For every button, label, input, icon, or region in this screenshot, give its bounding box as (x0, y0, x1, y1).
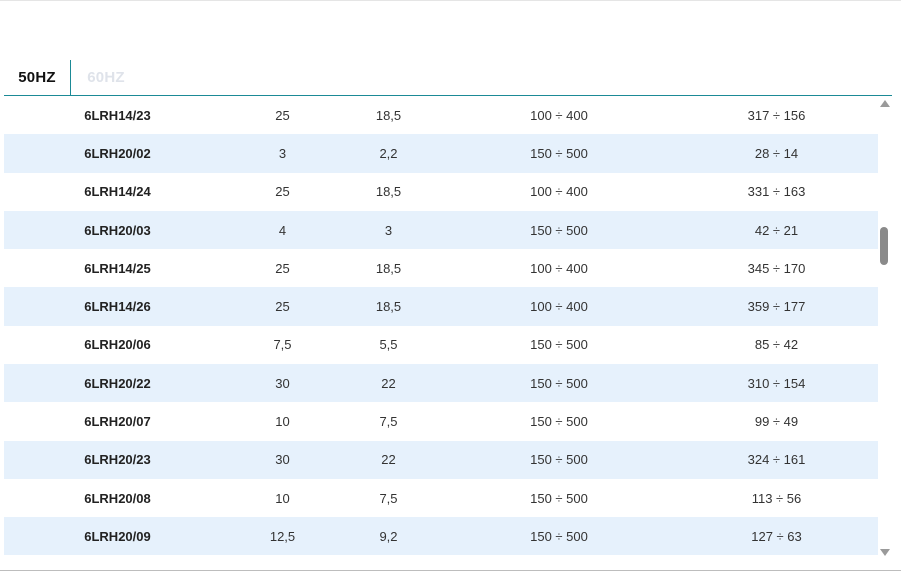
table-row: 6LRH20/07 10 7,5 150 ÷ 500 99 ÷ 49 (4, 402, 878, 441)
cell-range-a: 150 ÷ 500 (443, 210, 675, 250)
cell-model: 6LRH14/25 (4, 249, 231, 288)
cell-hp: 5,5 (334, 325, 443, 365)
table-row: 6LRH20/03 4 3 150 ÷ 500 42 ÷ 21 (4, 210, 878, 250)
cell-kw: 30 (231, 440, 334, 479)
cell-range-a: 150 ÷ 500 (443, 478, 675, 518)
table-row: 6LRH14/23 25 18,5 100 ÷ 400 317 ÷ 156 (4, 96, 878, 135)
pump-data-table: 6LRH14/23 25 18,5 100 ÷ 400 317 ÷ 156 6LRH20/… (4, 96, 878, 555)
cell-hp: 2,2 (334, 134, 443, 173)
cell-range-a: 100 ÷ 400 (443, 249, 675, 288)
cell-model: 6LRH14/23 (4, 96, 231, 135)
cell-hp: 18,5 (334, 287, 443, 326)
cell-hp: 18,5 (334, 96, 443, 135)
table-row: 6LRH20/02 3 2,2 150 ÷ 500 28 ÷ 14 (4, 134, 878, 173)
cell-model: 6LRH20/08 (4, 478, 231, 518)
cell-model: 6LRH20/09 (4, 517, 231, 555)
cell-range-b: 317 ÷ 156 (675, 96, 878, 135)
cell-kw: 10 (231, 402, 334, 441)
table-row: 6LRH20/23 30 22 150 ÷ 500 324 ÷ 161 (4, 440, 878, 479)
cell-hp: 3 (334, 210, 443, 250)
scroll-up-arrow-icon[interactable] (880, 100, 890, 107)
vertical-scrollbar[interactable] (878, 96, 892, 558)
table-row: 6LRH14/24 25 18,5 100 ÷ 400 331 ÷ 163 (4, 172, 878, 211)
cell-hp: 22 (334, 364, 443, 403)
cell-model: 6LRH20/03 (4, 210, 231, 250)
cell-range-b: 345 ÷ 170 (675, 249, 878, 288)
cell-hp: 22 (334, 440, 443, 479)
cell-model: 6LRH20/23 (4, 440, 231, 479)
table-row: 6LRH14/26 25 18,5 100 ÷ 400 359 ÷ 177 (4, 287, 878, 326)
table-row: 6LRH14/25 25 18,5 100 ÷ 400 345 ÷ 170 (4, 249, 878, 288)
cell-hp: 9,2 (334, 517, 443, 555)
cell-range-b: 99 ÷ 49 (675, 402, 878, 441)
table-body: 6LRH14/23 25 18,5 100 ÷ 400 317 ÷ 156 6LRH20/… (4, 96, 878, 555)
cell-range-a: 100 ÷ 400 (443, 172, 675, 211)
cell-model: 6LRH20/02 (4, 134, 231, 173)
cell-model: 6LRH14/24 (4, 172, 231, 211)
cell-kw: 12,5 (231, 517, 334, 555)
scrollbar-thumb[interactable] (880, 227, 888, 265)
cell-kw: 4 (231, 210, 334, 250)
cell-range-b: 113 ÷ 56 (675, 478, 878, 518)
cell-kw: 25 (231, 249, 334, 288)
cell-range-b: 324 ÷ 161 (675, 440, 878, 479)
cell-model: 6LRH20/06 (4, 325, 231, 365)
cell-model: 6LRH14/26 (4, 287, 231, 326)
cell-range-a: 150 ÷ 500 (443, 325, 675, 365)
cell-kw: 7,5 (231, 325, 334, 365)
scroll-down-arrow-icon[interactable] (880, 549, 890, 556)
cell-model: 6LRH20/07 (4, 402, 231, 441)
cell-kw: 25 (231, 96, 334, 135)
cell-range-a: 150 ÷ 500 (443, 364, 675, 403)
table-row: 6LRH20/09 12,5 9,2 150 ÷ 500 127 ÷ 63 (4, 517, 878, 555)
cell-kw: 25 (231, 287, 334, 326)
cell-range-a: 100 ÷ 400 (443, 96, 675, 135)
frequency-tabs: 50HZ 60HZ (4, 60, 892, 96)
cell-kw: 10 (231, 478, 334, 518)
top-divider (0, 0, 901, 1)
cell-range-a: 150 ÷ 500 (443, 517, 675, 555)
table-row: 6LRH20/06 7,5 5,5 150 ÷ 500 85 ÷ 42 (4, 325, 878, 365)
cell-range-a: 100 ÷ 400 (443, 287, 675, 326)
cell-range-b: 85 ÷ 42 (675, 325, 878, 365)
cell-hp: 18,5 (334, 172, 443, 211)
cell-range-b: 359 ÷ 177 (675, 287, 878, 326)
table-row: 6LRH20/22 30 22 150 ÷ 500 310 ÷ 154 (4, 364, 878, 403)
cell-range-a: 150 ÷ 500 (443, 134, 675, 173)
cell-hp: 7,5 (334, 402, 443, 441)
cell-hp: 7,5 (334, 478, 443, 518)
cell-range-b: 310 ÷ 154 (675, 364, 878, 403)
table-row: 6LRH20/08 10 7,5 150 ÷ 500 113 ÷ 56 (4, 478, 878, 518)
cell-range-a: 150 ÷ 500 (443, 440, 675, 479)
cell-kw: 25 (231, 172, 334, 211)
cell-range-b: 331 ÷ 163 (675, 172, 878, 211)
cell-kw: 30 (231, 364, 334, 403)
cell-range-b: 28 ÷ 14 (675, 134, 878, 173)
tab-50hz[interactable]: 50HZ (4, 60, 71, 95)
tab-60hz[interactable]: 60HZ (71, 60, 141, 95)
cell-hp: 18,5 (334, 249, 443, 288)
cell-range-b: 127 ÷ 63 (675, 517, 878, 555)
cell-range-a: 150 ÷ 500 (443, 402, 675, 441)
pump-data-table-container[interactable]: 6LRH14/23 25 18,5 100 ÷ 400 317 ÷ 156 6LRH20/… (4, 96, 878, 555)
cell-range-b: 42 ÷ 21 (675, 210, 878, 250)
cell-model: 6LRH20/22 (4, 364, 231, 403)
cell-kw: 3 (231, 134, 334, 173)
